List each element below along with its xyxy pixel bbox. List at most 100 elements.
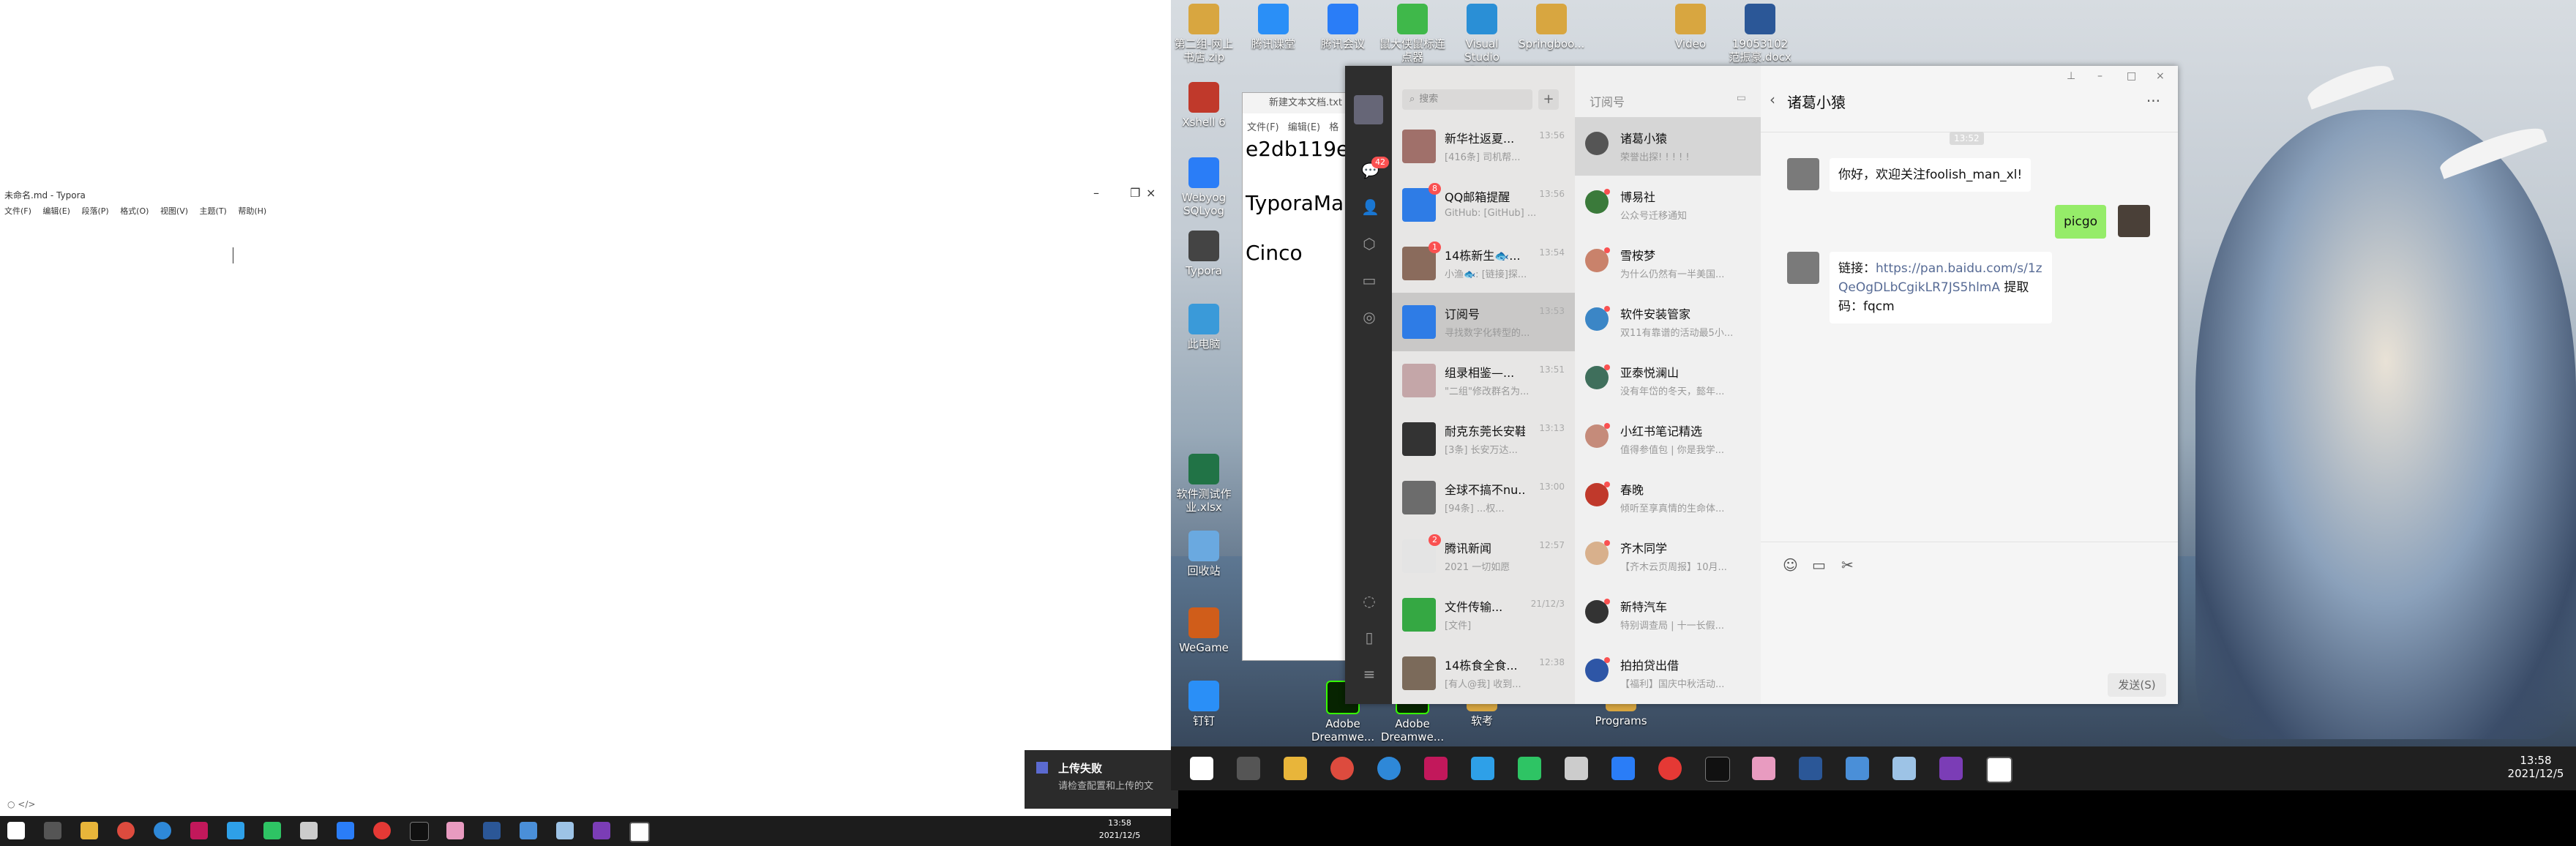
notepad-line[interactable]: TyporaMar	[1246, 191, 1352, 215]
favorites-icon[interactable]: ⬡	[1361, 236, 1377, 252]
send-button[interactable]: 发送(S)	[2108, 673, 2166, 697]
desktop-icon[interactable]: 回收站	[1171, 531, 1237, 577]
subscription-item[interactable]: 雪桉梦 为什么仍然有一半美国...	[1575, 234, 1761, 293]
subscription-item[interactable]: 新特汽车 特别调查局 | 十一长假...	[1575, 585, 1761, 644]
user-avatar[interactable]	[1354, 95, 1383, 124]
desktop-icon[interactable]: Webyog SQLyog	[1171, 157, 1237, 217]
notepad-menu-format[interactable]: 格	[1329, 122, 1338, 133]
clock-time[interactable]: 13:58	[1098, 818, 1142, 828]
subscription-item[interactable]: 诸葛小猿 荣誉出探! ! ! ! !	[1575, 117, 1761, 176]
chat-icon[interactable]	[1565, 757, 1588, 780]
qq-icon[interactable]	[1705, 757, 1730, 782]
chat-list-item[interactable]: QQ邮箱提醒 13:56 GitHub: [GitHub] ... 8	[1392, 176, 1575, 234]
desktop-icon[interactable]: Typora	[1171, 231, 1237, 277]
menu-file[interactable]: 文件(F)	[4, 206, 31, 216]
subscription-item[interactable]: 春晚 倾听至享真情的生命体...	[1575, 468, 1761, 527]
contacts-icon[interactable]: 👤	[1361, 199, 1379, 215]
more-icon[interactable]: ···	[2146, 92, 2160, 110]
visual-studio-icon[interactable]	[1939, 757, 1963, 780]
scissors-icon[interactable]: ✂	[1841, 556, 1854, 574]
explorer-icon[interactable]	[80, 822, 98, 839]
feishu-icon[interactable]	[1611, 757, 1635, 780]
chat-list-item[interactable]: 全球不搞不nu... 13:00 [94条] ...权...	[1392, 468, 1575, 527]
file-icon[interactable]: ▭	[1812, 556, 1826, 574]
close-icon[interactable]: ×	[2156, 70, 2165, 82]
explorer-icon[interactable]	[1284, 757, 1307, 780]
menu-icon[interactable]: ≡	[1361, 666, 1377, 682]
edge-icon[interactable]	[154, 822, 171, 839]
menu-format[interactable]: 格式(O)	[120, 206, 149, 216]
desktop-icon[interactable]: Xshell 6	[1171, 82, 1237, 129]
chat-list-item[interactable]: 耐克东莞长安鞋... 13:13 [3条] 长安万达...	[1392, 410, 1575, 468]
typora-taskbar-icon[interactable]	[629, 822, 650, 842]
desktop-icon[interactable]: Video	[1658, 4, 1723, 50]
notepad-menu-edit[interactable]: 编辑(E)	[1288, 122, 1320, 133]
chat-list-item[interactable]: 文件传输... 21/12/3 [文件]	[1392, 585, 1575, 644]
sender-avatar[interactable]	[1787, 252, 1819, 284]
qq-browser-icon[interactable]	[1471, 757, 1494, 780]
message-bubble[interactable]: 你好，欢迎关注foolish_man_xl!	[1830, 158, 2032, 192]
subscription-item[interactable]: 拍拍贷出借 【福利】国庆中秋活动...	[1575, 644, 1761, 703]
window-icon[interactable]: ▭	[1737, 92, 1746, 104]
netease-music-icon[interactable]	[1658, 757, 1682, 780]
menu-view[interactable]: 视图(V)	[160, 206, 188, 216]
link-message-bubble[interactable]: 链接：https://pan.baidu.com/s/1zQeOgDLbCgik…	[1830, 252, 2052, 323]
moments-icon[interactable]: ◎	[1361, 309, 1377, 325]
subscription-item[interactable]: 齐木同学 【齐木云页周报】10月...	[1575, 527, 1761, 585]
desktop-icon[interactable]: 此电脑	[1171, 304, 1237, 351]
search-icon[interactable]	[1237, 757, 1260, 780]
snip-icon[interactable]	[520, 822, 537, 839]
menu-theme[interactable]: 主题(T)	[200, 206, 227, 216]
close-icon[interactable]: ×	[1146, 186, 1156, 200]
maximize-icon[interactable]: □	[2127, 70, 2136, 82]
intellij-icon[interactable]	[190, 822, 208, 839]
desktop-icon[interactable]: 鼠大侠鼠标连点器	[1379, 4, 1445, 64]
folder-icon[interactable]: ▭	[1361, 272, 1377, 288]
visual-studio-icon[interactable]	[593, 822, 610, 839]
add-button[interactable]: +	[1538, 89, 1559, 110]
restore-icon[interactable]: ❐	[1130, 186, 1140, 200]
edge-icon[interactable]	[1377, 757, 1401, 780]
qq-browser-icon[interactable]	[227, 822, 244, 839]
menu-help[interactable]: 帮助(H)	[238, 206, 266, 216]
upload-failed-toast[interactable]: 上传失败 请检查配置和上传的文	[1025, 750, 1178, 809]
search-icon[interactable]	[44, 822, 61, 839]
clock-date[interactable]: 2021/12/5	[1098, 831, 1142, 840]
subscription-item[interactable]: 软件安装管家 双11有靠谱的活动最5小...	[1575, 293, 1761, 351]
desktop-icon[interactable]: 腾讯课堂	[1240, 4, 1306, 50]
notepad-icon[interactable]	[1892, 757, 1916, 780]
wechat-icon[interactable]	[1518, 757, 1541, 780]
clock-date[interactable]: 2021/12/5	[2503, 767, 2569, 780]
desktop-icon[interactable]: Springboo...	[1519, 4, 1584, 50]
start-icon[interactable]	[1190, 757, 1213, 780]
miniprogram-icon[interactable]: ◌	[1361, 593, 1377, 609]
notepad-line[interactable]: Cinco	[1246, 241, 1303, 265]
clock-time[interactable]: 13:58	[2503, 754, 2569, 767]
chat-list-item[interactable]: 14栋新生🐟... 13:54 小渔🐟: [链接]探... 1	[1392, 234, 1575, 293]
subscription-item[interactable]: 博易社 公众号迁移通知	[1575, 176, 1761, 234]
netease-music-icon[interactable]	[373, 822, 391, 839]
chat-list-item[interactable]: 腾讯新闻 12:57 2021 一切如愿 2	[1392, 527, 1575, 585]
subscription-item[interactable]: 亚泰悦澜山 没有年岱的冬天，懿年...	[1575, 351, 1761, 410]
chat-icon[interactable]	[300, 822, 318, 839]
qq-icon[interactable]	[410, 822, 429, 841]
my-avatar[interactable]	[2118, 205, 2150, 237]
bilibili-icon[interactable]	[1752, 757, 1775, 780]
desktop-icon[interactable]: 第二组-网上书店.zip	[1171, 4, 1237, 64]
desktop-icon[interactable]: 19053102范振豪.docx	[1727, 4, 1793, 64]
menu-paragraph[interactable]: 段落(P)	[81, 206, 108, 216]
intellij-icon[interactable]	[1424, 757, 1448, 780]
feishu-icon[interactable]	[337, 822, 354, 839]
notepad-window[interactable]: 新建文本文档.txt 文件(F) 编辑(E) 格 e2db119eb Typor…	[1242, 92, 1362, 661]
typora-status-icons[interactable]: ○ </>	[7, 799, 35, 809]
word-icon[interactable]	[483, 822, 501, 839]
wechat-icon[interactable]	[263, 822, 281, 839]
menu-edit[interactable]: 编辑(E)	[42, 206, 70, 216]
desktop-icon[interactable]: WeGame	[1171, 607, 1237, 654]
minimize-icon[interactable]: –	[1093, 186, 1099, 200]
notepad-icon[interactable]	[556, 822, 574, 839]
start-icon[interactable]	[7, 822, 25, 839]
typora-taskbar-icon[interactable]	[1986, 757, 2012, 783]
chat-list-item[interactable]: 14栋食全食... 12:38 [有人@我] 收到...	[1392, 644, 1575, 703]
chat-list-item[interactable]: 订阅号 13:53 寻找数字化转型的...	[1392, 293, 1575, 351]
